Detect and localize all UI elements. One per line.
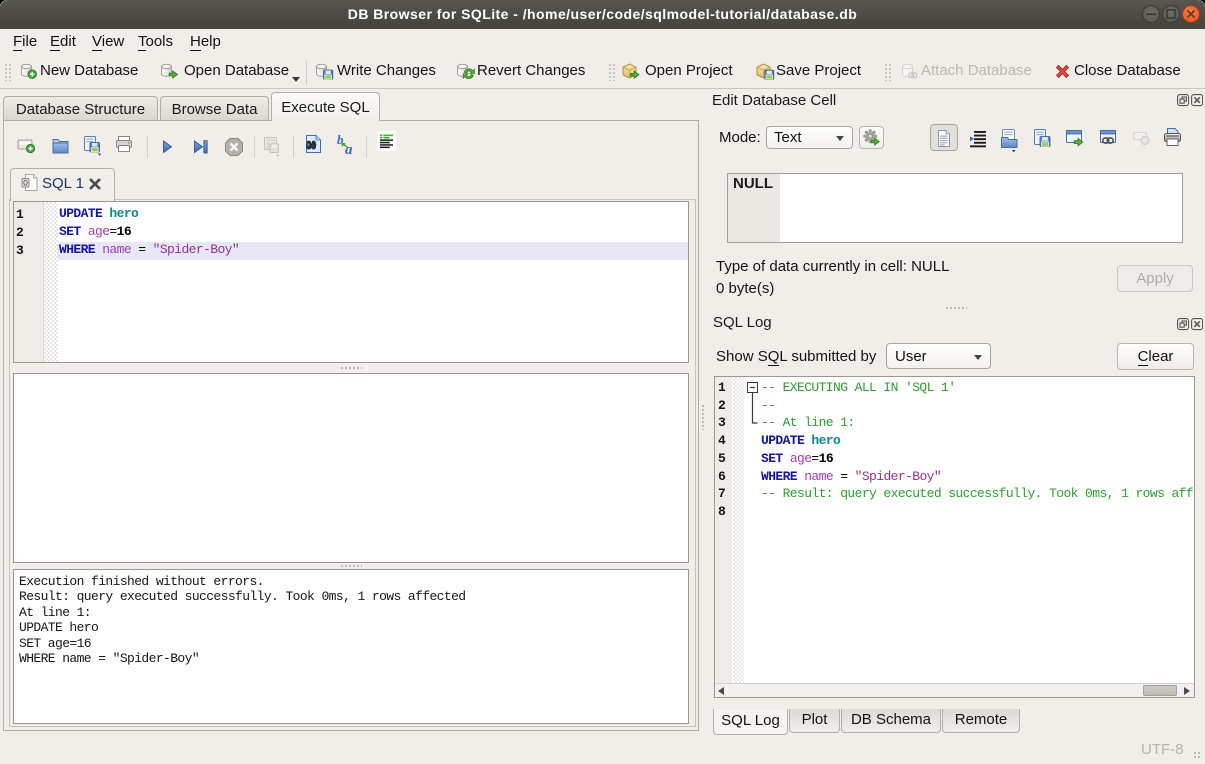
svg-text:a: a [345, 142, 353, 158]
